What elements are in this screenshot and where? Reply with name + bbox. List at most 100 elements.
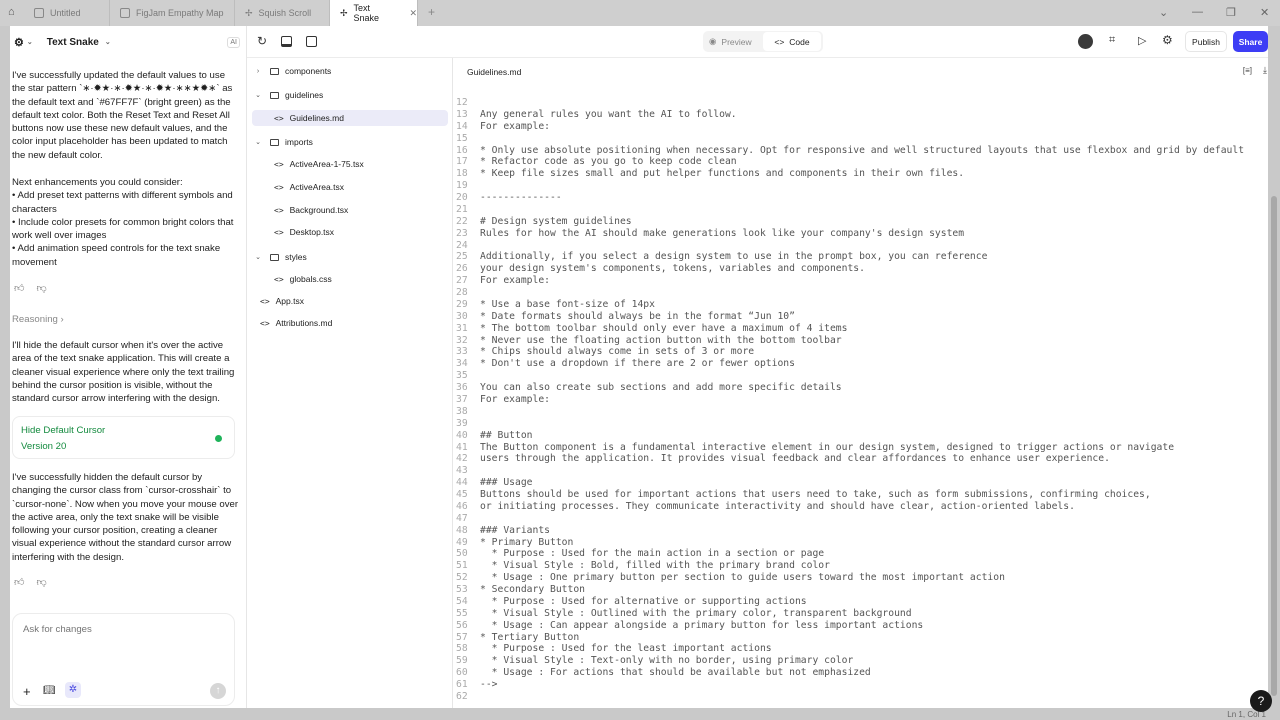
- file-item[interactable]: <> ActiveArea.tsx: [252, 179, 448, 195]
- help-button[interactable]: ?: [1250, 690, 1272, 712]
- inspect-icon[interactable]: ⌗: [1109, 34, 1115, 47]
- code-line: 24: [454, 240, 480, 252]
- home-icon[interactable]: ⌂: [8, 6, 15, 18]
- message-line: interfering with the design.: [12, 551, 124, 563]
- message-line: following your cursor position, creating…: [12, 525, 218, 537]
- code-text: * Visual Style : Bold, filled with the p…: [480, 560, 830, 572]
- code-line: 44 ### Usage: [454, 477, 533, 489]
- folder-icon: [270, 67, 279, 75]
- line-number: 28: [456, 287, 468, 299]
- chevron-down-icon[interactable]: ⌄: [27, 38, 33, 46]
- code-text: * Primary Button: [480, 536, 574, 548]
- code-line: 62: [454, 691, 480, 703]
- code-line: 50 * Purpose : Used for the main action …: [454, 548, 824, 560]
- chevron-right-icon: ›: [256, 67, 260, 75]
- ai-badge[interactable]: AI: [227, 36, 240, 48]
- file-item[interactable]: <> App.tsx: [252, 293, 448, 309]
- thumbs-down-icon[interactable]: 👎︎: [36, 282, 46, 294]
- code-tab[interactable]: <> Code: [763, 32, 821, 51]
- message-line: color input placeholder has been updated…: [12, 136, 228, 148]
- code-text: users through the application. It provid…: [480, 453, 1110, 465]
- tree-item-label: styles: [285, 252, 307, 262]
- code-text: For example:: [480, 394, 550, 405]
- file-item[interactable]: <> Guidelines.md: [252, 110, 448, 126]
- message-line: buttons now use these new default values…: [12, 123, 228, 135]
- line-number: 42: [456, 453, 468, 465]
- file-item[interactable]: <> ActiveArea-1-75.tsx: [252, 156, 448, 172]
- device-frame-icon[interactable]: [306, 36, 317, 47]
- code-text: * Use a base font-size of 14px: [480, 298, 655, 310]
- code-file-icon: <>: [274, 227, 284, 237]
- tree-item-label: components: [285, 66, 332, 76]
- chevron-down-icon[interactable]: ⌄: [105, 38, 111, 46]
- project-title[interactable]: Text Snake: [47, 37, 99, 48]
- chat-input[interactable]: [23, 624, 223, 635]
- code-line: 36 You can also create sub sections and a…: [454, 382, 842, 394]
- code-line: 49 * Primary Button: [454, 537, 573, 549]
- line-number: 43: [456, 465, 468, 477]
- settings-gear-icon[interactable]: ⚙: [1162, 33, 1173, 47]
- download-icon[interactable]: ⤓: [1263, 65, 1267, 76]
- tab-untitled[interactable]: Untitled: [24, 0, 110, 26]
- code-line: 56 * Usage : Can appear alongside a prim…: [454, 620, 923, 632]
- window-close-icon[interactable]: ✕: [1260, 6, 1269, 19]
- chevron-down-icon: ⌄: [255, 92, 261, 99]
- file-item[interactable]: <> Desktop.tsx: [252, 224, 448, 240]
- reload-icon[interactable]: ↻: [257, 34, 267, 48]
- chevron-down-icon: ⌄: [255, 139, 261, 146]
- chevron-down-icon[interactable]: ⌄: [1159, 6, 1168, 19]
- thumbs-down-icon[interactable]: 👎︎: [36, 576, 46, 588]
- file-item[interactable]: <> globals.css: [252, 271, 448, 287]
- code-file-icon: <>: [274, 274, 284, 284]
- reasoning-toggle[interactable]: Reasoning ›: [12, 314, 64, 325]
- line-number: 41: [456, 441, 468, 453]
- folder-item[interactable]: ⌄ styles: [252, 249, 448, 265]
- folder-item[interactable]: ⌄ imports: [252, 134, 448, 150]
- close-icon[interactable]: ✕: [409, 8, 417, 19]
- code-editor[interactable]: Guidelines.md [≡] ⤓ 12 13 Any general rule…: [454, 58, 1268, 708]
- thumbs-up-icon[interactable]: 👍︎: [14, 282, 24, 294]
- panel-layout-icon[interactable]: [281, 36, 292, 47]
- version-card[interactable]: Hide Default Cursor Version 20: [12, 416, 235, 459]
- figma-logo-icon[interactable]: ⚙: [14, 36, 24, 49]
- browser-tab-bar: ⌂ Untitled FigJam Empathy Map ✢ Squish Sc…: [0, 0, 1280, 26]
- code-text: ### Variants: [480, 524, 550, 536]
- format-icon[interactable]: [≡]: [1243, 66, 1252, 75]
- tree-item-label: ActiveArea-1-75.tsx: [289, 159, 364, 169]
- play-icon[interactable]: ▷: [1138, 34, 1146, 47]
- line-number: 17: [456, 156, 468, 168]
- line-number: 15: [456, 132, 468, 144]
- point-select-icon[interactable]: ✲: [65, 682, 81, 698]
- code-text: ### Usage: [480, 477, 533, 489]
- publish-button[interactable]: Publish: [1185, 31, 1227, 52]
- scrollbar-thumb[interactable]: [1271, 196, 1277, 696]
- new-tab-plus-icon[interactable]: +: [428, 5, 435, 19]
- maximize-icon[interactable]: ❐: [1226, 6, 1236, 19]
- code-line: 32 * Never use the floating action button…: [454, 335, 842, 347]
- tab-text-snake[interactable]: ✢ Text Snake ✕: [330, 0, 418, 26]
- minimize-icon[interactable]: —: [1192, 6, 1203, 18]
- folder-item[interactable]: ⌄ guidelines: [252, 87, 448, 103]
- scrollbar[interactable]: [1268, 26, 1280, 708]
- folder-item[interactable]: › components: [252, 63, 448, 79]
- code-line: 58 * Purpose : Used for the least import…: [454, 643, 772, 655]
- thumbs-up-icon[interactable]: 👍︎: [14, 576, 24, 588]
- file-icon: [120, 8, 130, 18]
- send-arrow-icon[interactable]: ↑: [210, 683, 226, 699]
- file-item[interactable]: <> Attributions.md: [252, 315, 448, 331]
- book-icon[interactable]: 📖︎: [43, 685, 56, 696]
- tab-squish-scroll[interactable]: ✢ Squish Scroll: [235, 0, 330, 26]
- plus-icon[interactable]: +: [23, 684, 31, 699]
- line-number: 61: [456, 679, 468, 691]
- file-item[interactable]: <> Background.tsx: [252, 202, 448, 218]
- line-number: 32: [456, 334, 468, 346]
- share-button[interactable]: Share: [1233, 31, 1268, 52]
- preview-tab[interactable]: ◉ Preview: [709, 31, 752, 52]
- line-number: 56: [456, 619, 468, 631]
- tab-figjam-empathy-map[interactable]: FigJam Empathy Map: [110, 0, 235, 26]
- chat-panel: ⚙ ⌄ Text Snake ⌄ AI I've successfully up…: [10, 26, 247, 708]
- code-line: 61 -->: [454, 679, 498, 691]
- code-line: 27 For example:: [454, 275, 550, 287]
- status-bar: Ln 1, Col 1: [0, 708, 1280, 720]
- avatar[interactable]: [1078, 34, 1093, 49]
